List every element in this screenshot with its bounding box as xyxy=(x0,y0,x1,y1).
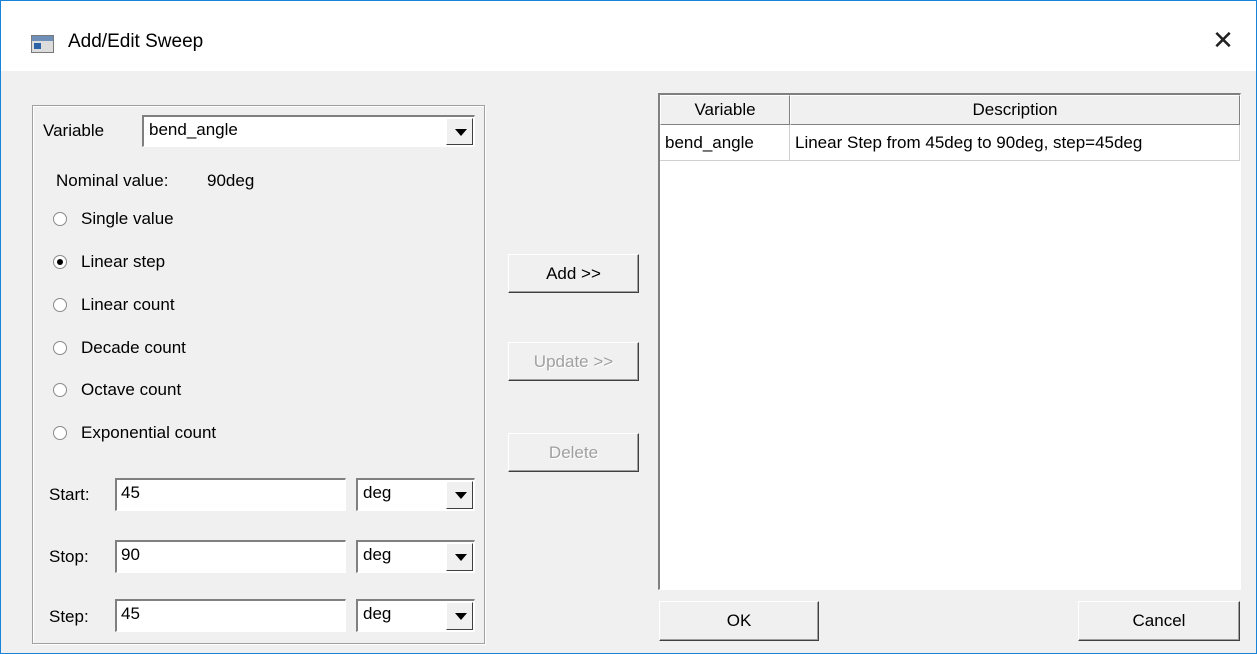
radio-label: Octave count xyxy=(81,380,182,399)
chevron-down-icon[interactable] xyxy=(446,543,473,571)
update-button-label: Update >> xyxy=(533,351,614,371)
table-cell-description[interactable]: Linear Step from 45deg to 90deg, step=45… xyxy=(790,125,1240,161)
stop-value: 90 xyxy=(121,545,140,564)
radio-label: Linear step xyxy=(81,252,166,271)
close-icon[interactable]: ✕ xyxy=(1206,23,1240,57)
delete-button-label: Delete xyxy=(548,442,599,462)
variable-label: Variable xyxy=(43,121,105,140)
add-button-label: Add >> xyxy=(546,263,601,283)
step-unit: deg xyxy=(363,604,392,623)
add-edit-sweep-dialog: Add/Edit Sweep ✕ Variable bend_angle Nom… xyxy=(0,0,1257,654)
nominal-value: 90deg xyxy=(207,171,255,190)
chevron-down-icon[interactable] xyxy=(446,602,473,630)
ok-button-label: OK xyxy=(726,611,752,630)
step-label: Step: xyxy=(49,607,89,626)
sweep-list[interactable]: Variable Description bend_angle Linear S… xyxy=(658,93,1241,590)
chevron-down-icon[interactable] xyxy=(446,481,473,509)
step-input[interactable]: 45 xyxy=(115,599,346,632)
dialog-title: Add/Edit Sweep xyxy=(68,31,204,52)
radio-label: Exponential count xyxy=(81,423,217,442)
stop-input[interactable]: 90 xyxy=(115,540,346,573)
app-icon xyxy=(31,35,54,53)
step-value: 45 xyxy=(121,604,140,623)
radio-button[interactable] xyxy=(53,298,67,312)
radio-button[interactable] xyxy=(53,341,67,355)
radio-label: Single value xyxy=(81,209,174,228)
nominal-label: Nominal value: xyxy=(56,171,169,190)
delete-button[interactable]: Delete xyxy=(508,433,639,472)
start-unit: deg xyxy=(363,483,392,502)
column-header-variable[interactable]: Variable xyxy=(660,95,790,125)
radio-label: Decade count xyxy=(81,338,186,357)
variable-combobox[interactable]: bend_angle xyxy=(142,115,475,147)
update-button[interactable]: Update >> xyxy=(508,342,639,381)
radio-button[interactable] xyxy=(53,383,67,397)
title-bar: Add/Edit Sweep ✕ xyxy=(1,1,1256,71)
column-header-description[interactable]: Description xyxy=(790,95,1240,125)
radio-button-selected[interactable] xyxy=(53,255,67,269)
radio-label: Linear count xyxy=(81,295,175,314)
table-cell-variable[interactable]: bend_angle xyxy=(660,125,790,161)
start-unit-combobox[interactable]: deg xyxy=(356,478,475,511)
start-input[interactable]: 45 xyxy=(115,478,346,511)
cancel-button[interactable]: Cancel xyxy=(1078,601,1240,641)
chevron-down-icon[interactable] xyxy=(446,118,473,145)
stop-unit-combobox[interactable]: deg xyxy=(356,540,475,573)
start-value: 45 xyxy=(121,483,140,502)
add-button[interactable]: Add >> xyxy=(508,254,639,293)
radio-button[interactable] xyxy=(53,212,67,226)
ok-button[interactable]: OK xyxy=(659,601,819,641)
stop-unit: deg xyxy=(363,545,392,564)
cancel-button-label: Cancel xyxy=(1132,611,1186,630)
variable-value: bend_angle xyxy=(149,120,238,139)
stop-label: Stop: xyxy=(49,547,89,566)
start-label: Start: xyxy=(49,485,90,504)
step-unit-combobox[interactable]: deg xyxy=(356,599,475,632)
radio-button[interactable] xyxy=(53,426,67,440)
